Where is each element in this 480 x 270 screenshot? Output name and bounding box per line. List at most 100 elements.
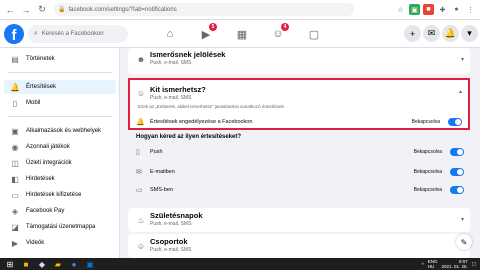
bell-icon: 🔔 <box>136 119 145 126</box>
create-plus-icon[interactable]: + <box>404 25 421 42</box>
chevron-down-icon[interactable]: ▾ <box>461 216 464 223</box>
card-icon: ▭ <box>11 190 19 200</box>
settings-sidebar: ▤ Történetek 🔔 Értesítések ▯ Mobil ▣ Alk… <box>0 48 120 258</box>
tray-chevron-icon[interactable]: ^ <box>422 262 424 267</box>
watch-icon[interactable]: ▶ 5 <box>196 23 217 44</box>
address-bar[interactable]: 🔒 facebook.com/settings/?tab=notificatio… <box>54 3 354 16</box>
chevron-down-icon[interactable]: ▾ <box>461 56 464 63</box>
apps-icon: ▣ <box>11 126 19 136</box>
facebook-header: f ⌕ Keresés a Facebookon ⌂ ▶ 5 ▦ ☺ 4 ▢ +… <box>0 20 480 48</box>
home-icon[interactable]: ⌂ <box>160 24 180 44</box>
notifications-bell-icon[interactable]: 🔔 <box>442 25 459 42</box>
language-indicator[interactable]: ENG HU <box>428 259 438 269</box>
sidebar-item-label: Videók <box>26 240 45 246</box>
row-label: SMS-ben <box>150 187 173 193</box>
star-icon[interactable]: ☆ <box>395 4 406 15</box>
inbox-icon: ◪ <box>11 222 19 232</box>
account-chevron-icon[interactable]: ▾ <box>461 25 478 42</box>
extension-icon[interactable]: ■ <box>423 4 434 15</box>
url-text: facebook.com/settings/?tab=notifications <box>68 6 177 13</box>
back-icon[interactable]: ← <box>4 4 16 16</box>
sidebar-item-notifications[interactable]: 🔔 Értesítések <box>4 80 116 94</box>
windows-start-icon[interactable]: ⊞ <box>4 259 16 269</box>
gaming-icon[interactable]: ▢ <box>304 24 324 44</box>
channel-row-sms[interactable]: ▭ SMS-ben Bekapcsolva <box>128 184 470 196</box>
video-icon: ▶ <box>11 238 19 248</box>
friend-request-icon: ☻ <box>136 54 146 64</box>
sidebar-item-ad-payments[interactable]: ▭ Hirdetések kifizetése <box>4 188 116 202</box>
sidebar-item-facebook-pay[interactable]: ◈ Facebook Pay <box>4 204 116 218</box>
sidebar-item-label: Történetek <box>26 56 55 62</box>
sidebar-item-videos[interactable]: ▶ Videók <box>4 236 116 250</box>
card-subtitle: Push, e-mail, SMS <box>150 95 192 101</box>
sidebar-item-stories[interactable]: ▤ Történetek <box>4 52 116 66</box>
row-status: Bekapcsolva <box>413 187 442 193</box>
sms-toggle[interactable] <box>450 186 464 194</box>
row-label: Push <box>150 149 163 155</box>
card-subtitle: Push, e-mail, SMS <box>150 221 192 227</box>
card-title: Ismerősnek jelölések <box>150 50 226 59</box>
row-status: Bekapcsolva <box>413 149 442 155</box>
push-toggle[interactable] <box>450 148 464 156</box>
clock[interactable]: 8:07 2021. 01. 26. <box>441 259 467 269</box>
channel-row-push[interactable]: ▯ Push Bekapcsolva <box>128 146 470 158</box>
card-title: Születésnapok <box>150 211 203 220</box>
allow-notifications-row[interactable]: 🔔 Értesítések engedélyezése a Facebookon… <box>130 116 468 128</box>
card-subtitle: Push, e-mail, SMS <box>150 60 192 66</box>
email-toggle[interactable] <box>450 168 464 176</box>
taskbar: ⊞ ■ ◆ ▰ ● ▣ ^ ENG HU 8:07 2021. 01. 26. … <box>0 258 480 270</box>
menu-dots-icon[interactable]: ⋮ <box>465 4 476 15</box>
new-message-icon[interactable]: ✎ <box>456 234 472 250</box>
sidebar-item-instant-games[interactable]: ◉ Azonnali játékok <box>4 140 116 154</box>
allow-notifications-toggle[interactable] <box>448 118 462 126</box>
sidebar-item-label: Mobil <box>26 100 41 106</box>
reload-icon[interactable]: ↻ <box>36 4 48 16</box>
row-label: Értesítések engedélyezése a Facebookon <box>150 119 253 125</box>
sidebar-divider <box>8 116 112 117</box>
marketplace-icon[interactable]: ▦ <box>232 24 252 44</box>
card-description: Ezek az „Emberek, akiket ismerhetsz” jav… <box>138 104 286 109</box>
chevron-up-icon[interactable]: ▴ <box>459 88 462 95</box>
row-label: E-mailben <box>150 169 175 175</box>
gamepad-icon: ◉ <box>11 142 19 152</box>
taskbar-app-icon[interactable]: ▣ <box>84 259 96 269</box>
sidebar-item-label: Üzleti integrációk <box>26 160 72 166</box>
sidebar-item-apps[interactable]: ▣ Alkalmazások és webhelyek <box>4 124 116 138</box>
taskbar-app-icon[interactable]: ▰ <box>52 259 64 269</box>
book-icon: ▤ <box>11 54 19 64</box>
groups-icon[interactable]: ☺ 4 <box>268 23 289 44</box>
card-people-you-may-know: ☺ Kit ismerhetsz? Push, e-mail, SMS ▴ Ez… <box>128 78 470 130</box>
sidebar-item-mobile[interactable]: ▯ Mobil <box>4 96 116 110</box>
sidebar-item-label: Facebook Pay <box>26 208 65 214</box>
extension-icon[interactable]: ▣ <box>409 4 420 15</box>
sidebar-item-label: Hirdetések kifizetése <box>26 192 82 198</box>
watch-badge: 5 <box>209 23 217 31</box>
card-friend-requests[interactable]: ☻ Ismerősnek jelölések Push, e-mail, SMS… <box>128 48 470 74</box>
facebook-logo-icon[interactable]: f <box>4 24 24 44</box>
sidebar-item-label: Értesítések <box>26 84 57 90</box>
briefcase-icon: ◫ <box>11 158 19 168</box>
forward-icon[interactable]: → <box>20 4 32 16</box>
taskbar-app-icon[interactable]: ◆ <box>36 259 48 269</box>
sidebar-item-label: Alkalmazások és webhelyek <box>26 128 102 134</box>
sidebar-item-business-integrations[interactable]: ◫ Üzleti integrációk <box>4 156 116 170</box>
taskbar-app-icon[interactable]: ■ <box>20 259 32 269</box>
card-subtitle: Push, e-mail, SMS <box>150 247 192 253</box>
clock-date: 2021. 01. 26. <box>441 264 468 269</box>
card-title: Csoportok <box>150 237 188 246</box>
card-birthdays[interactable]: ♨ Születésnapok Push, e-mail, SMS ▾ <box>128 208 470 232</box>
card-groups[interactable]: ☺ Csoportok Push, e-mail, SMS ▾ <box>128 234 470 258</box>
search-input[interactable]: ⌕ Keresés a Facebookon <box>28 25 128 43</box>
channel-row-email[interactable]: ✉ E-mailben Bekapcsolva <box>128 166 470 178</box>
sidebar-item-support-inbox[interactable]: ◪ Támogatási üzenetmappa <box>4 220 116 234</box>
messenger-icon[interactable]: ✉ <box>423 25 440 42</box>
search-placeholder: Keresés a Facebookon <box>41 31 104 37</box>
sms-icon: ▭ <box>136 187 143 194</box>
sidebar-item-label: Támogatási üzenetmappa <box>26 224 96 230</box>
sidebar-item-ads[interactable]: ◧ Hirdetések <box>4 172 116 186</box>
puzzle-icon[interactable]: ✚ <box>437 4 448 15</box>
profile-icon[interactable]: ● <box>451 4 462 15</box>
notification-center-icon[interactable]: ▢ <box>472 261 476 267</box>
taskbar-app-icon[interactable]: ● <box>68 259 80 269</box>
people-icon: ☺ <box>136 88 146 98</box>
